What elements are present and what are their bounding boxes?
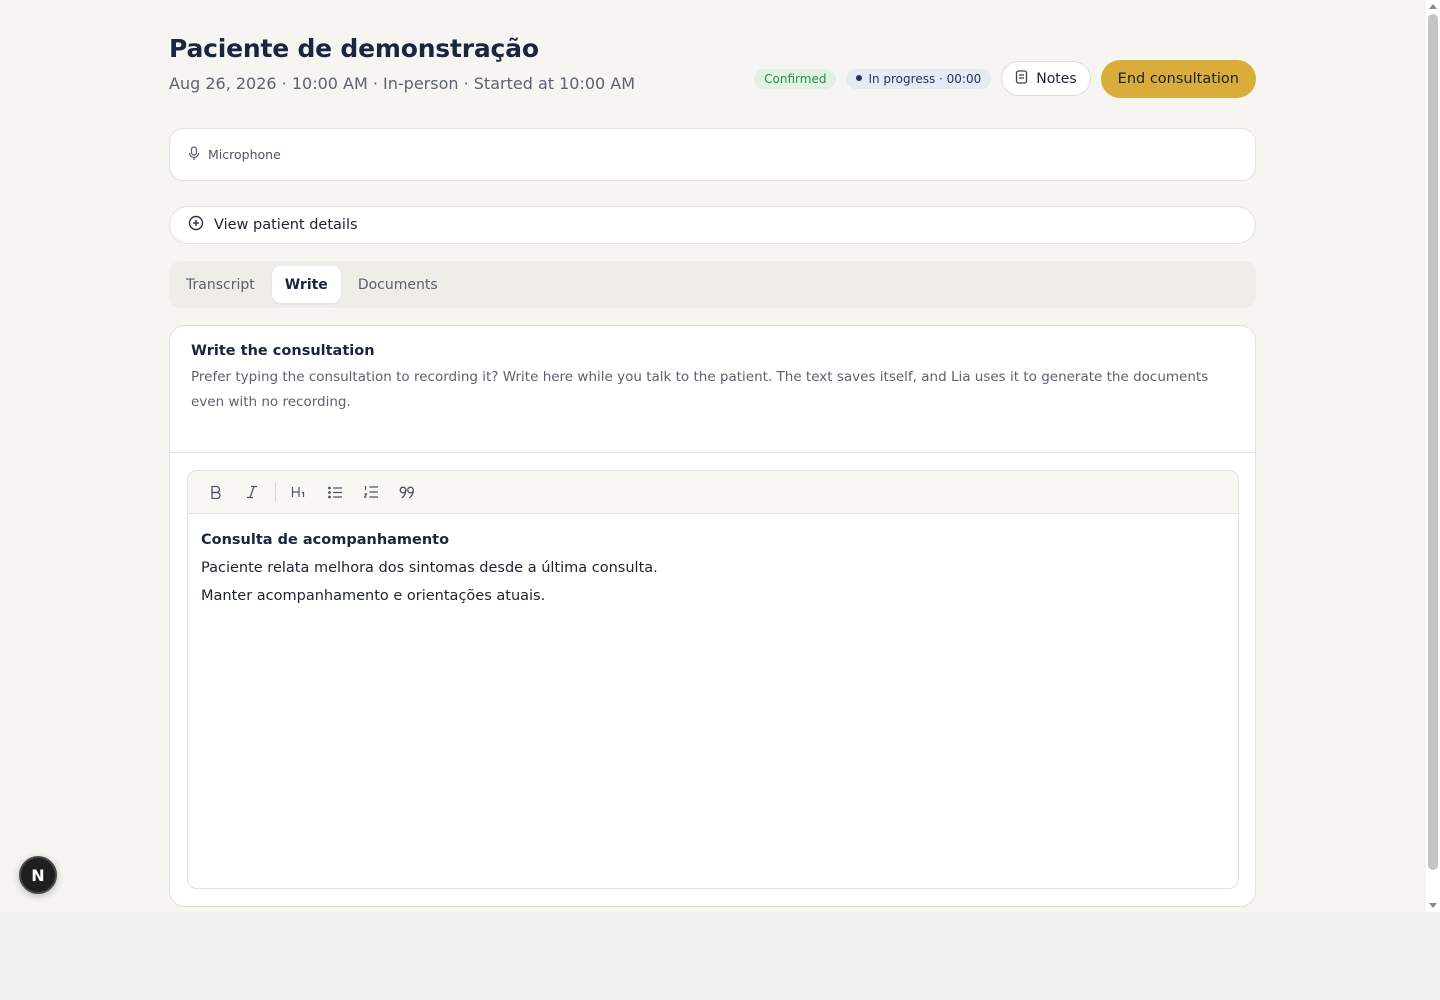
microphone-label: Microphone: [208, 147, 281, 162]
toolbar-separator: [275, 482, 276, 502]
microphone-icon: [188, 145, 200, 164]
editor-heading: Consulta de acompanhamento: [201, 532, 450, 548]
numbered-list-icon[interactable]: [355, 477, 387, 507]
assistant-launcher-button[interactable]: N: [19, 856, 57, 894]
vertical-scrollbar[interactable]: [1426, 0, 1440, 912]
progress-badge: In progress · 00:00: [846, 68, 992, 89]
divider: [170, 452, 1255, 453]
editor-paragraph: Paciente relata melhora dos sintomas des…: [201, 560, 658, 576]
consultation-tabs: Transcript Write Documents: [169, 261, 1256, 308]
assistant-launcher-label: N: [31, 865, 45, 885]
notes-icon: [1015, 69, 1028, 88]
bold-icon[interactable]: [200, 477, 232, 507]
patient-details-label: View patient details: [214, 217, 358, 233]
app-viewport: Paciente de demonstração Aug 26, 2026 · …: [0, 0, 1426, 912]
microphone-card[interactable]: Microphone: [169, 128, 1256, 181]
italic-icon[interactable]: [236, 477, 268, 507]
scroll-down-icon[interactable]: [1429, 903, 1437, 908]
write-title: Write the consultation: [191, 343, 375, 359]
tab-transcript[interactable]: Transcript: [173, 266, 268, 303]
view-patient-details-button[interactable]: View patient details: [169, 206, 1256, 244]
status-badge: Confirmed: [754, 68, 837, 89]
write-description: Prefer typing the consultation to record…: [191, 369, 1209, 410]
write-consultation-card: Write the consultation Prefer typing the…: [169, 325, 1256, 907]
editor-content[interactable]: Consulta de acompanhamento Paciente rela…: [188, 514, 1238, 622]
tab-documents[interactable]: Documents: [345, 266, 451, 303]
scroll-up-icon[interactable]: [1429, 4, 1437, 9]
bullet-list-icon[interactable]: [319, 477, 351, 507]
quote-icon[interactable]: [391, 477, 423, 507]
tab-write[interactable]: Write: [271, 266, 341, 303]
live-dot-icon: [856, 75, 863, 81]
page-title: Paciente de demonstração: [169, 34, 539, 63]
heading-1-icon[interactable]: [283, 477, 315, 507]
editor-toolbar: [188, 471, 1238, 514]
notes-button-label: Notes: [1036, 70, 1077, 87]
notes-button[interactable]: Notes: [1001, 61, 1091, 96]
consultation-subtitle: Aug 26, 2026 · 10:00 AM · In-person · St…: [169, 74, 636, 93]
progress-badge-label: In progress · 00:00: [868, 71, 982, 86]
scrollbar-thumb[interactable]: [1428, 14, 1438, 870]
end-consultation-button[interactable]: End consultation: [1100, 59, 1256, 98]
rich-text-editor: Consulta de acompanhamento Paciente rela…: [187, 470, 1239, 889]
header-actions: Confirmed In progress · 00:00 Notes End …: [754, 59, 1256, 98]
editor-paragraph: Manter acompanhamento e orientações atua…: [201, 588, 546, 604]
heart-plus-icon: [188, 215, 204, 235]
